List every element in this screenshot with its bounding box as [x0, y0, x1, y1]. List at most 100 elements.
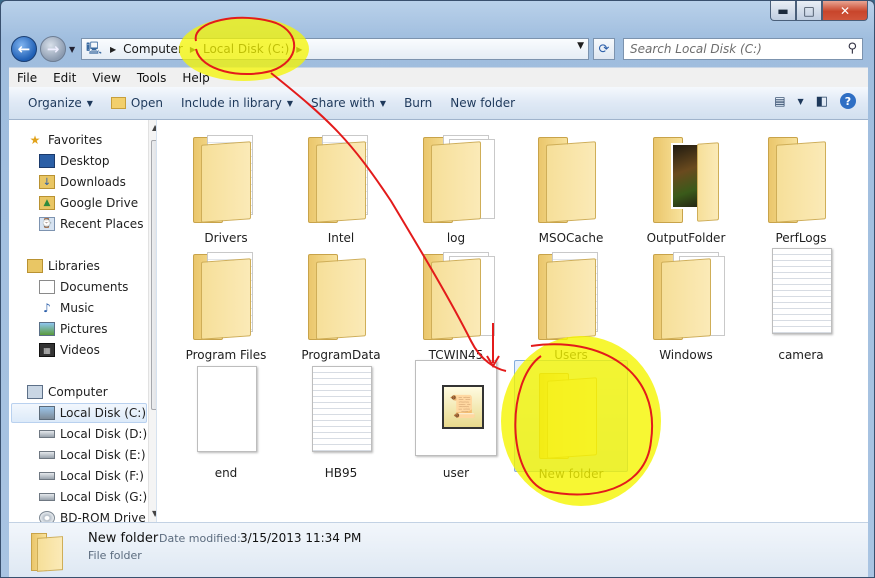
- nav-scrollbar[interactable]: ▲ ▼: [148, 120, 156, 522]
- include-in-library-button[interactable]: Include in library ▼: [172, 91, 302, 115]
- minimize-button[interactable]: ▬: [770, 1, 796, 21]
- file-item-log[interactable]: log: [399, 125, 513, 245]
- drive-icon: [39, 493, 55, 501]
- nav-label: Favorites: [48, 133, 103, 147]
- address-row: ← → ▼ 🖳 ▶ Computer ▶ Local Disk (C:) ▶ ▼…: [1, 31, 874, 67]
- forward-arrow-icon: →: [46, 40, 60, 58]
- nav-item-downloads[interactable]: ↓ Downloads: [39, 172, 126, 192]
- pictures-icon: [39, 322, 55, 336]
- address-dropdown-icon[interactable]: ▼: [577, 41, 584, 51]
- search-icon[interactable]: ⚲: [847, 41, 857, 56]
- nav-label: Desktop: [60, 154, 110, 168]
- nav-item-recent-places[interactable]: ⌚ Recent Places: [39, 214, 143, 234]
- file-item-drivers[interactable]: Drivers: [169, 125, 283, 245]
- change-view-icon[interactable]: ▤: [774, 94, 785, 108]
- help-icon[interactable]: ?: [840, 93, 856, 109]
- nav-label: Local Disk (C:): [59, 406, 146, 420]
- nav-item-desktop[interactable]: Desktop: [39, 151, 110, 171]
- nav-label: Recent Places: [60, 217, 144, 231]
- nav-label: Documents: [60, 280, 129, 294]
- share-with-button[interactable]: Share with ▼: [302, 91, 395, 115]
- nav-item-videos[interactable]: ▦ Videos: [39, 340, 100, 360]
- breadcrumb-separator-icon[interactable]: ▶: [292, 45, 306, 54]
- details-type: File folder: [88, 549, 142, 562]
- file-item-user[interactable]: 📜 user: [399, 360, 513, 480]
- file-item-camera[interactable]: camera: [744, 242, 858, 362]
- file-item-label: camera: [778, 348, 824, 362]
- menu-file[interactable]: File: [9, 71, 45, 85]
- nav-label: Local Disk (G:): [60, 490, 148, 504]
- burn-button[interactable]: Burn: [395, 91, 441, 115]
- selected-folder-icon: [31, 529, 65, 573]
- burn-label: Burn: [404, 96, 433, 110]
- maximize-button[interactable]: □: [796, 1, 822, 21]
- nav-drive-d[interactable]: Local Disk (D:): [39, 424, 147, 444]
- file-item-tcwin45[interactable]: TCWIN45: [399, 242, 513, 362]
- documents-icon: [39, 280, 55, 294]
- view-dropdown-icon[interactable]: ▼: [798, 97, 804, 106]
- file-item-perflogs[interactable]: PerfLogs: [744, 125, 858, 245]
- recent-places-icon: ⌚: [39, 217, 55, 231]
- drive-icon: [39, 430, 55, 438]
- file-item-msocache[interactable]: MSOCache: [514, 125, 628, 245]
- file-item-program-files[interactable]: Program Files: [169, 242, 283, 362]
- nav-label: Computer: [48, 385, 108, 399]
- address-bar[interactable]: 🖳 ▶ Computer ▶ Local Disk (C:) ▶ ▼: [81, 38, 589, 60]
- command-toolbar: Organize ▼ Open Include in library ▼ Share…: [9, 87, 868, 120]
- nav-drive-f[interactable]: Local Disk (F:): [39, 466, 144, 486]
- nav-label: Music: [60, 301, 95, 315]
- drive-icon: [39, 451, 55, 459]
- file-item-label: HB95: [324, 466, 358, 480]
- menu-edit[interactable]: Edit: [45, 71, 84, 85]
- file-item-new-folder[interactable]: New folder: [514, 360, 628, 481]
- nav-drive-bd-rom[interactable]: BD-ROM Drive: [39, 508, 146, 522]
- breadcrumb-local-disk[interactable]: Local Disk (C:): [200, 39, 292, 59]
- file-item-programdata[interactable]: ProgramData: [284, 242, 398, 362]
- details-modified-value: 3/15/2013 11:34 PM: [240, 531, 362, 545]
- folder-icon: [653, 250, 725, 342]
- file-item-end[interactable]: end: [169, 360, 283, 480]
- nav-item-pictures[interactable]: Pictures: [39, 319, 108, 339]
- open-button[interactable]: Open: [102, 91, 172, 115]
- breadcrumb-separator-icon[interactable]: ▶: [106, 45, 120, 54]
- nav-drive-c[interactable]: Local Disk (C:): [11, 403, 147, 423]
- computer-small-icon: 🖳: [86, 40, 103, 55]
- breadcrumb-computer[interactable]: Computer: [120, 39, 186, 59]
- search-input[interactable]: Search Local Disk (C:) ⚲: [623, 38, 863, 60]
- file-list: Drivers Intel log MSOCache OutputFolder PerfL…: [157, 120, 868, 522]
- recent-pages-dropdown[interactable]: ▼: [69, 45, 75, 54]
- file-item-users[interactable]: Users: [514, 242, 628, 362]
- nav-item-documents[interactable]: Documents: [39, 277, 128, 297]
- text-file-icon: [772, 248, 832, 334]
- nav-drive-e[interactable]: Local Disk (E:): [39, 445, 146, 465]
- organize-button[interactable]: Organize ▼: [19, 91, 102, 115]
- application-file-icon: 📜: [415, 360, 497, 456]
- file-item-intel[interactable]: Intel: [284, 125, 398, 245]
- forward-button[interactable]: →: [40, 36, 66, 62]
- folder-icon: [193, 250, 259, 342]
- search-placeholder: Search Local Disk (C:): [630, 42, 762, 56]
- menu-view[interactable]: View: [84, 71, 128, 85]
- nav-libraries[interactable]: Libraries: [27, 256, 100, 276]
- folder-icon: [653, 133, 719, 225]
- nav-computer[interactable]: Computer: [27, 382, 108, 402]
- breadcrumb-separator-icon[interactable]: ▶: [186, 45, 200, 54]
- file-item-windows[interactable]: Windows: [629, 242, 743, 362]
- preview-pane-icon[interactable]: ◧: [816, 94, 828, 109]
- file-item-outputfolder[interactable]: OutputFolder: [629, 125, 743, 245]
- new-folder-button[interactable]: New folder: [441, 91, 524, 115]
- nav-label: Local Disk (E:): [60, 448, 146, 462]
- nav-item-google-drive[interactable]: ▲ Google Drive: [39, 193, 138, 213]
- refresh-button[interactable]: ⟳: [593, 38, 615, 60]
- file-item-label: end: [214, 466, 238, 480]
- nav-item-music[interactable]: ♪ Music: [39, 298, 94, 318]
- nav-favorites[interactable]: ★ Favorites: [27, 130, 103, 150]
- menu-tools[interactable]: Tools: [129, 71, 175, 85]
- menu-help[interactable]: Help: [174, 71, 217, 85]
- file-item-hb95[interactable]: HB95: [284, 360, 398, 480]
- nav-drive-g[interactable]: Local Disk (G:): [39, 487, 147, 507]
- close-button[interactable]: ✕: [822, 1, 868, 21]
- share-label: Share with: [311, 96, 375, 110]
- back-button[interactable]: ←: [11, 36, 37, 62]
- menu-bar: File Edit View Tools Help: [9, 67, 868, 87]
